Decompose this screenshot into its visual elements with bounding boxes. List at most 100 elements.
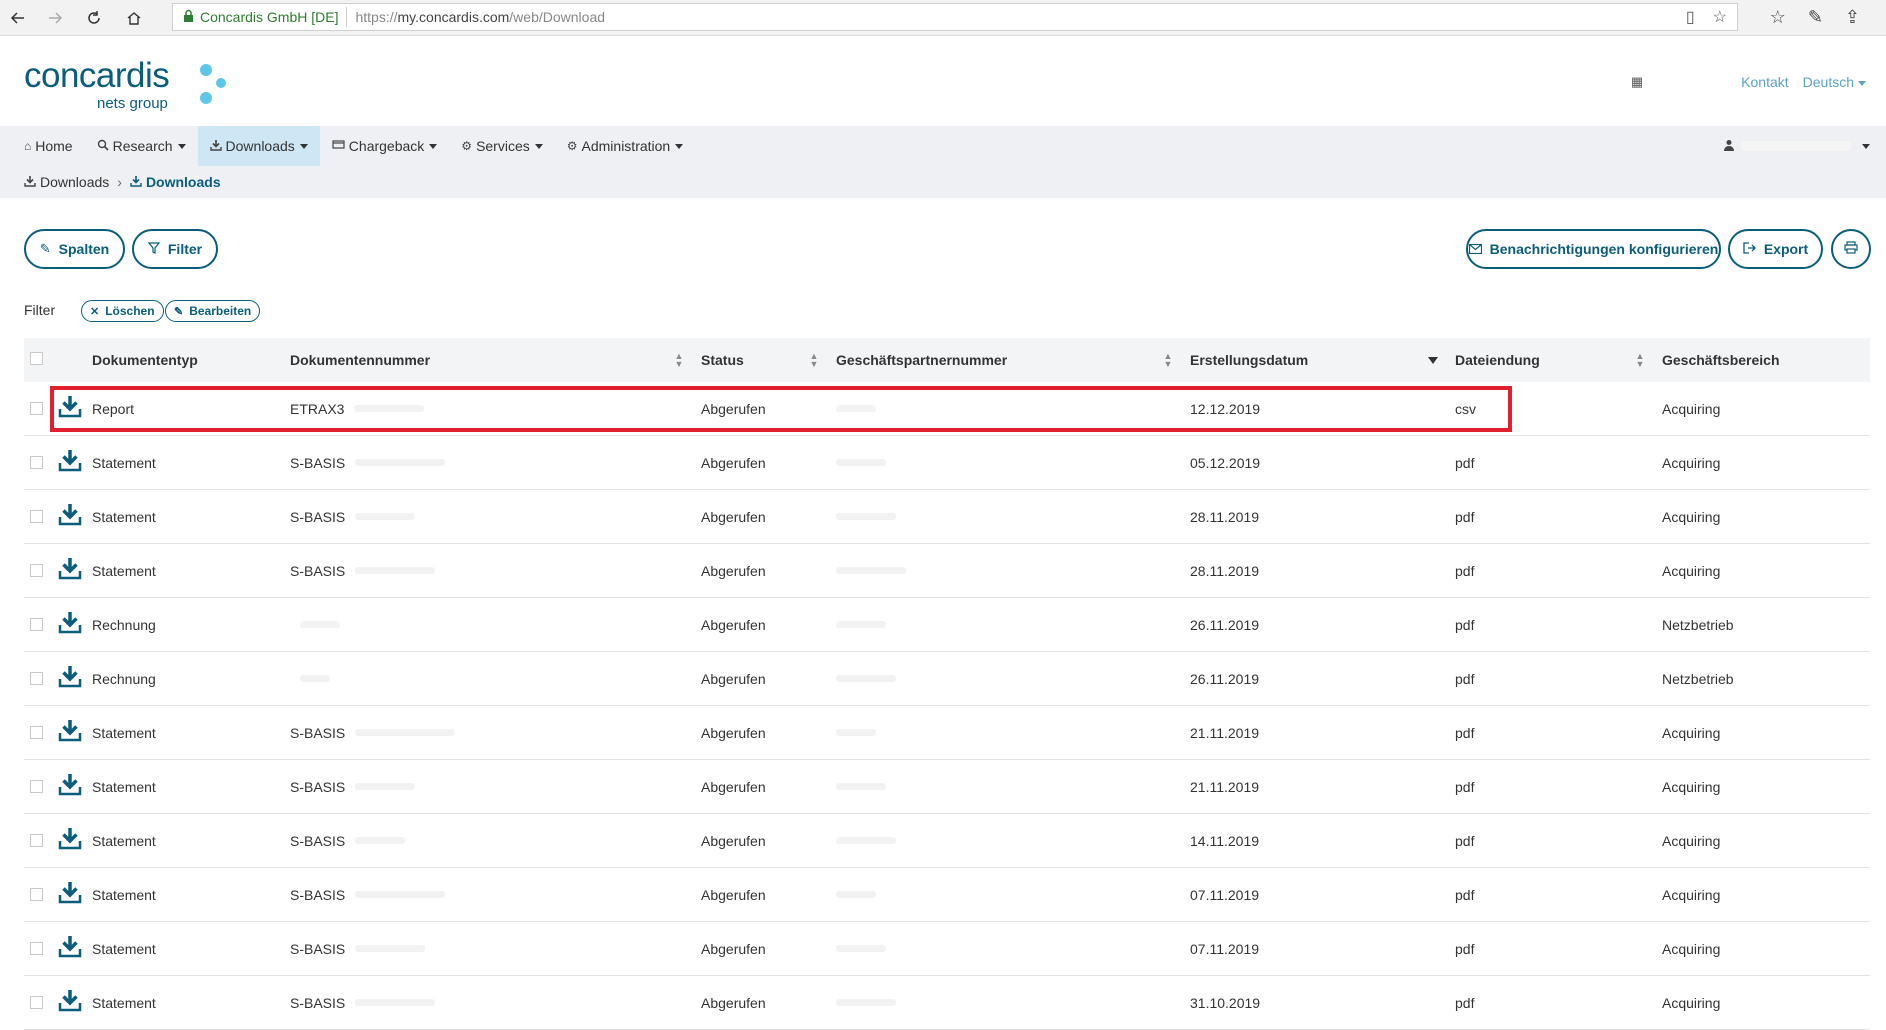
breadcrumb-current: Downloads [145, 174, 221, 190]
row-checkbox[interactable] [30, 834, 43, 847]
cell-date: 21.11.2019 [1190, 724, 1260, 741]
download-icon[interactable] [58, 718, 82, 742]
concardis-logo[interactable]: concardis nets group [24, 58, 226, 112]
browser-toolbar: Concardis GmbH [DE] https://my.concardis… [0, 0, 1886, 36]
download-icon[interactable] [58, 448, 82, 472]
columns-button-label: Spalten [58, 241, 110, 257]
cell-status: Abgerufen [701, 508, 766, 525]
download-icon[interactable] [58, 772, 82, 796]
nav-label: Research [112, 138, 173, 154]
nav-item-research[interactable]: Research [85, 126, 198, 166]
row-checkbox[interactable] [30, 672, 43, 685]
address-bar[interactable]: Concardis GmbH [DE] https://my.concardis… [172, 3, 1738, 31]
filter-button[interactable]: Filter [132, 229, 218, 269]
chevron-down-icon [1858, 80, 1866, 86]
kontakt-link[interactable]: Kontakt [1741, 74, 1788, 90]
language-selector[interactable]: Deutsch [1803, 74, 1866, 90]
favorites-list-icon[interactable]: ☆ [1770, 7, 1786, 28]
cell-number-text: S-BASIS [290, 832, 346, 849]
sort-descending-icon[interactable] [1428, 357, 1438, 364]
cell-extension: pdf [1455, 778, 1475, 795]
table-row[interactable]: Statement S-BASIS Abgerufen 28.11.2019 pdf Ac… [24, 544, 1870, 598]
nav-item-chargeback[interactable]: Chargeback [320, 126, 450, 166]
column-header-status[interactable]: Status [701, 338, 744, 382]
download-icon[interactable] [58, 664, 82, 688]
back-icon[interactable] [6, 6, 30, 30]
row-checkbox[interactable] [30, 456, 43, 469]
print-button[interactable] [1831, 229, 1871, 269]
table-row[interactable]: Statement S-BASIS Abgerufen 28.11.2019 pdf Ac… [24, 490, 1870, 544]
nav-item-services[interactable]: ⚙ Services [449, 126, 554, 166]
sort-icon[interactable]: ▲ ▼ [1635, 352, 1645, 369]
nav-item-home[interactable]: ⌂ Home [12, 126, 85, 166]
cell-status: Abgerufen [701, 616, 766, 633]
table-row[interactable]: Statement S-BASIS Abgerufen 31.10.2019 pdf Ac… [24, 976, 1870, 1030]
user-menu[interactable] [1723, 126, 1870, 166]
export-button[interactable]: Export [1728, 229, 1823, 269]
edit-filter-chip[interactable]: ✎ Bearbeiten [165, 300, 261, 322]
highlight-box [50, 386, 1512, 432]
row-checkbox[interactable] [30, 564, 43, 577]
table-row[interactable]: Statement S-BASIS Abgerufen 07.11.2019 pdf Ac… [24, 922, 1870, 976]
select-all-checkbox[interactable] [30, 352, 43, 365]
sort-icon[interactable]: ▲ ▼ [809, 352, 819, 369]
table-row[interactable]: Statement S-BASIS Abgerufen 14.11.2019 pdf Ac… [24, 814, 1870, 868]
redacted-text [836, 513, 896, 520]
columns-button[interactable]: ✎ Spalten [24, 229, 125, 269]
table-row[interactable]: Rechnung Abgerufen 26.11.2019 pdf Netzbetrie… [24, 598, 1870, 652]
clear-filter-chip[interactable]: ✕ Löschen [81, 300, 164, 322]
cell-number-text: S-BASIS [290, 562, 346, 579]
column-header-partner[interactable]: Geschäftspartnernummer [836, 338, 1007, 382]
row-checkbox[interactable] [30, 780, 43, 793]
nav-item-administration[interactable]: ⚙ Administration [555, 126, 695, 166]
row-checkbox[interactable] [30, 726, 43, 739]
column-header-type[interactable]: Dokumententyp [92, 338, 198, 382]
reading-view-icon[interactable]: ▯ [1686, 7, 1695, 27]
column-header-number[interactable]: Dokumentennummer [290, 338, 430, 382]
download-icon[interactable] [58, 880, 82, 904]
column-header-extension[interactable]: Dateiendung [1455, 338, 1540, 382]
download-icon[interactable] [58, 934, 82, 958]
edit-icon: ✎ [39, 241, 51, 256]
cell-area: Netzbetrieb [1662, 670, 1734, 687]
row-checkbox[interactable] [30, 888, 43, 901]
column-header-area[interactable]: Geschäftsbereich [1662, 338, 1780, 382]
url-path: /web/Download [509, 9, 606, 25]
download-icon [130, 175, 142, 190]
forward-icon[interactable] [43, 6, 67, 30]
sort-icon[interactable]: ▲ ▼ [674, 352, 684, 369]
breadcrumb-downloads-link[interactable]: Downloads [40, 174, 109, 190]
nav-label: Administration [581, 138, 671, 154]
favorite-star-icon[interactable]: ☆ [1713, 7, 1727, 27]
table-row[interactable]: Statement S-BASIS Abgerufen 21.11.2019 pdf Ac… [24, 706, 1870, 760]
cell-area: Acquiring [1662, 778, 1721, 795]
calendar-icon[interactable]: ▦ [1631, 74, 1643, 90]
download-icon[interactable] [58, 826, 82, 850]
nav-item-downloads[interactable]: Downloads [197, 126, 320, 166]
table-row[interactable]: Statement S-BASIS Abgerufen 07.11.2019 pdf Ac… [24, 868, 1870, 922]
cell-area: Acquiring [1662, 832, 1721, 849]
cell-status: Abgerufen [701, 670, 766, 687]
row-checkbox[interactable] [30, 402, 43, 415]
sort-icon[interactable]: ▲ ▼ [1163, 352, 1173, 369]
share-icon[interactable]: ⇪ [1845, 7, 1860, 28]
table-row[interactable]: Rechnung Abgerufen 26.11.2019 pdf Netzbetrie… [24, 652, 1870, 706]
cell-type: Statement [92, 508, 156, 525]
column-header-date[interactable]: Erstellungsdatum [1190, 338, 1308, 382]
row-checkbox[interactable] [30, 942, 43, 955]
reload-icon[interactable] [82, 6, 106, 30]
table-row[interactable]: Statement S-BASIS Abgerufen 21.11.2019 pdf Ac… [24, 760, 1870, 814]
row-checkbox[interactable] [30, 510, 43, 523]
column-header-label: Status [701, 352, 744, 368]
row-checkbox[interactable] [30, 618, 43, 631]
download-icon[interactable] [58, 988, 82, 1012]
configure-notifications-button[interactable]: Benachrichtigungen konfigurieren [1466, 229, 1721, 269]
download-icon[interactable] [58, 502, 82, 526]
pen-icon[interactable]: ✎ [1808, 7, 1823, 28]
download-icon[interactable] [58, 610, 82, 634]
column-header-label: Dokumentennummer [290, 352, 431, 368]
table-row[interactable]: Statement S-BASIS Abgerufen 05.12.2019 pdf Ac… [24, 436, 1870, 490]
home-browser-icon[interactable] [122, 6, 146, 30]
download-icon[interactable] [58, 556, 82, 580]
redacted-text [355, 459, 446, 466]
